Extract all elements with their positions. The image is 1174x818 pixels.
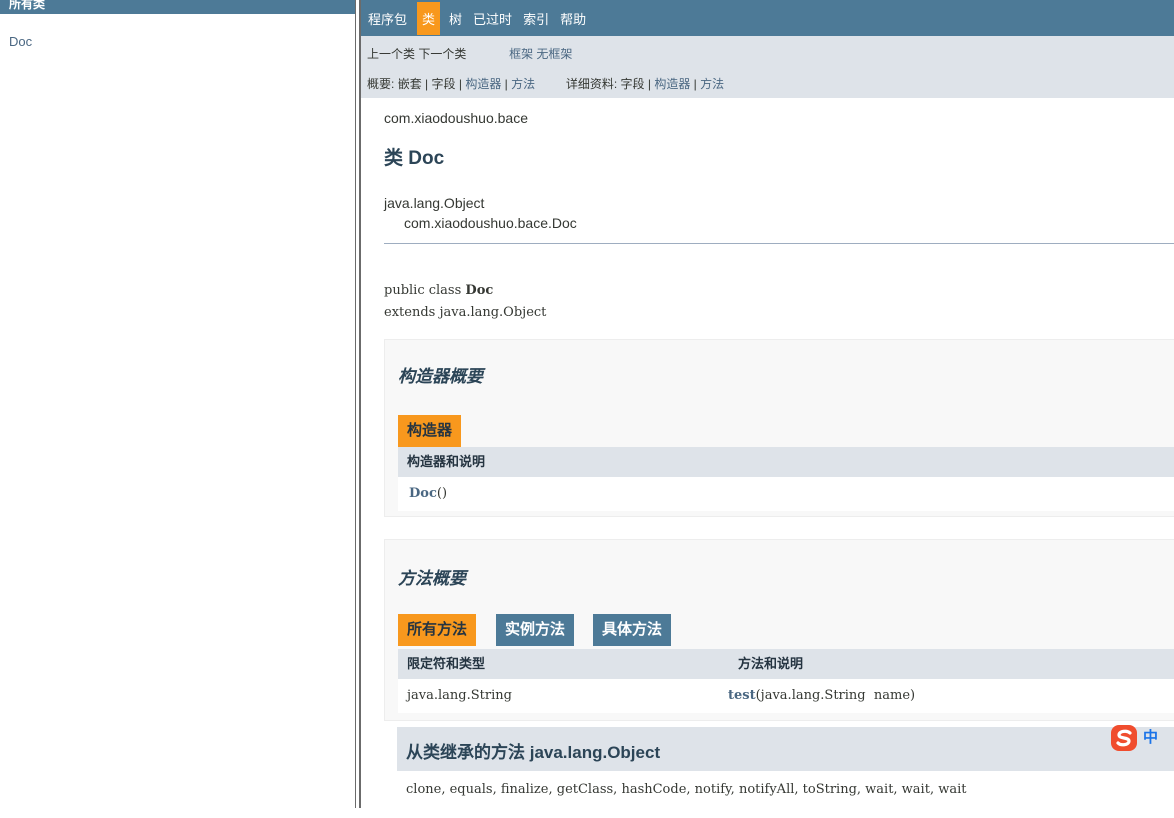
sub-navbar: 上一个类 下一个类 框架 无框架 概要: 嵌套 | 字段 | 构造器 | 方法 … (361, 36, 1174, 98)
method-col-desc: 方法和说明 (738, 656, 804, 671)
prev-class-link: 上一个类 (367, 47, 416, 61)
method-summary-title: 方法概要 (398, 569, 466, 588)
class-link-doc[interactable]: Doc (9, 34, 32, 49)
inherited-methods-header: 从类继承的方法 java.lang.Object (397, 727, 1174, 771)
constructor-table-header: 构造器和说明 (398, 447, 1174, 477)
constructor-summary-title: 构造器概要 (398, 367, 483, 386)
method-table-header: 限定符和类型 方法和说明 (398, 649, 1174, 679)
summary-constructor-link[interactable]: 构造器 (465, 77, 501, 91)
page-title: 类 Doc (384, 148, 445, 169)
summary-field: 字段 (431, 77, 456, 91)
method-summary: 方法概要 所有方法 实例方法 具体方法 限定符和类型 方法和说明 java.la… (384, 539, 1174, 721)
inherited-methods-title: 从类继承的方法 java.lang.Object (406, 743, 661, 762)
decl-extends: extends java.lang.Object (384, 305, 547, 320)
constructor-params: () (436, 486, 448, 501)
nav-tree[interactable]: 树 (448, 9, 463, 28)
nav-index[interactable]: 索引 (522, 9, 550, 28)
summary-nested: 嵌套 (397, 77, 422, 91)
bottom-strip (0, 808, 1174, 818)
constructor-summary: 构造器概要 构造器 构造器和说明 Doc() (384, 339, 1174, 517)
table-row: Doc() (398, 477, 1174, 511)
tab-constructors: 构造器 (398, 415, 462, 447)
table-row: java.lang.String test(java.lang.String n… (398, 679, 1174, 713)
inheritance-child: com.xiaodoushuo.bace.Doc (404, 215, 577, 231)
method-col-type: 限定符和类型 (407, 656, 486, 671)
decl-prefix: public class (384, 283, 466, 298)
constructor-link-doc[interactable]: Doc (409, 486, 437, 501)
inheritance-parent: java.lang.Object (384, 195, 485, 211)
package-name: com.xiaodoushuo.bace (384, 110, 528, 126)
frames-link[interactable]: 框架 (509, 47, 533, 61)
no-frames-link[interactable]: 无框架 (536, 47, 572, 61)
detail-label: 详细资料: (565, 77, 618, 91)
all-classes-frame: 所有类 Doc (0, 0, 355, 808)
decl-class-name: Doc (465, 283, 494, 298)
ime-mode-label: 中 (1143, 729, 1159, 746)
ime-indicator[interactable]: 中 (1109, 723, 1158, 753)
detail-field: 字段 (620, 77, 645, 91)
tab-all-methods[interactable]: 所有方法 (398, 614, 477, 646)
nav-deprecated[interactable]: 已过时 (472, 9, 513, 28)
method-params: (java.lang.String name) (755, 688, 916, 703)
sogou-icon (1111, 725, 1137, 751)
section-divider (384, 243, 1174, 244)
class-declaration: public class Doc extends java.lang.Objec… (384, 280, 546, 324)
inherited-methods-list: clone, equals, finalize, getClass, hashC… (397, 771, 1174, 808)
constructor-col-header: 构造器和说明 (407, 454, 486, 469)
nav-class: 类 (417, 1, 441, 35)
tab-instance-methods[interactable]: 实例方法 (496, 614, 575, 646)
detail-method-link[interactable]: 方法 (700, 77, 724, 91)
tab-concrete-methods[interactable]: 具体方法 (593, 614, 672, 646)
method-link-test[interactable]: test (728, 688, 756, 703)
inheritance-tree: java.lang.Object com.xiaodoushuo.bace.Do… (384, 193, 577, 233)
inherited-methods-names: clone, equals, finalize, getClass, hashC… (406, 782, 967, 797)
summary-method-link[interactable]: 方法 (511, 77, 535, 91)
summary-label: 概要: (367, 77, 395, 91)
class-detail-frame: 程序包 类 树 已过时 索引 帮助 上一个类 下一个类 框架 无框架 概要: 嵌… (361, 0, 1174, 808)
top-navbar: 程序包 类 树 已过时 索引 帮助 (361, 0, 1174, 36)
nav-package[interactable]: 程序包 (367, 9, 408, 28)
method-return-type: java.lang.String (407, 688, 512, 703)
all-classes-header: 所有类 (0, 0, 355, 14)
detail-constructor-link[interactable]: 构造器 (654, 77, 690, 91)
next-class-link: 下一个类 (418, 47, 467, 61)
nav-help[interactable]: 帮助 (559, 9, 587, 28)
